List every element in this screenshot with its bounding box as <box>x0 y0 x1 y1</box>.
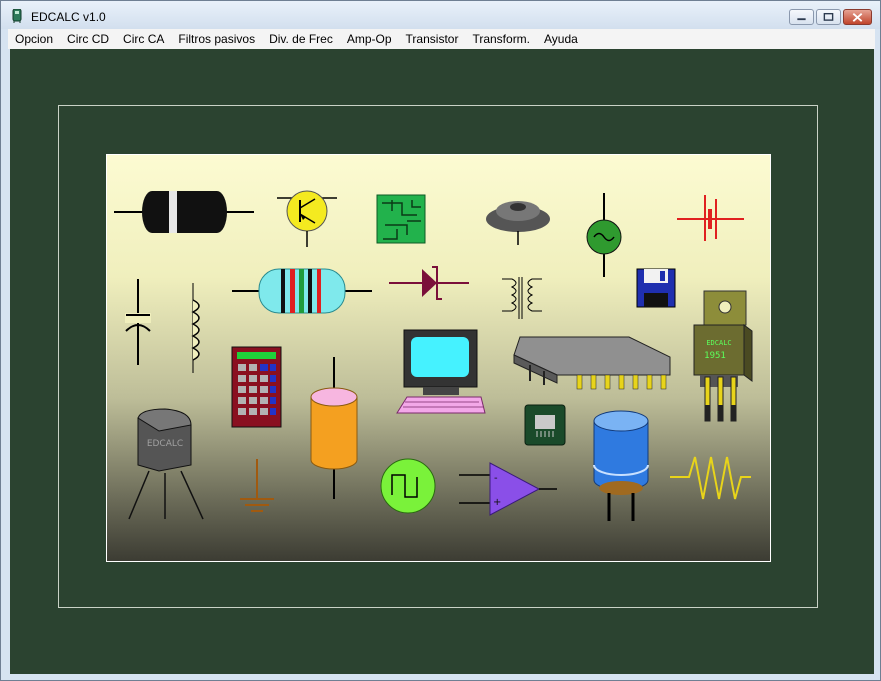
svg-text:-: - <box>494 473 498 484</box>
zener-diode-icon <box>389 266 469 300</box>
computer-icon <box>396 329 486 414</box>
microchip-badge-icon <box>524 404 566 446</box>
maximize-icon <box>823 12 834 21</box>
app-window: EDCALC v1.0 Opcion Circ CD Circ CA Filtr… <box>0 0 881 681</box>
components-collage: EDCALC 1951 EDCALC - + <box>114 190 753 521</box>
diode-icon <box>114 191 254 233</box>
ground-icon <box>240 459 274 512</box>
resistor-zigzag-icon <box>670 456 751 500</box>
calculator-icon <box>231 346 282 428</box>
title-bar[interactable]: EDCALC v1.0 <box>1 1 880 29</box>
menu-filtros-pasivos[interactable]: Filtros pasivos <box>171 29 262 49</box>
resistor-icon <box>232 268 372 314</box>
ac-source-icon <box>586 193 622 277</box>
battery-icon <box>677 195 744 241</box>
op-amp-icon: - + <box>459 462 557 516</box>
menu-circ-ca[interactable]: Circ CA <box>116 29 171 49</box>
window-title: EDCALC v1.0 <box>31 10 106 24</box>
menu-amp-op[interactable]: Amp-Op <box>340 29 399 49</box>
voltage-regulator-icon: EDCALC 1951 <box>693 290 753 422</box>
transformer-icon <box>502 277 542 319</box>
splash-illustration: EDCALC 1951 EDCALC - + <box>106 154 771 562</box>
app-icon <box>12 9 22 23</box>
inductor-icon <box>191 283 200 373</box>
close-icon <box>852 13 863 22</box>
capacitor-icon <box>125 279 151 365</box>
circuit-board-icon <box>376 194 426 244</box>
menu-opcion[interactable]: Opcion <box>8 29 60 49</box>
menu-transform[interactable]: Transform. <box>465 29 537 49</box>
minimize-button[interactable] <box>789 9 814 25</box>
menu-circ-cd[interactable]: Circ CD <box>60 29 116 49</box>
transistor-icon <box>277 190 337 247</box>
client-area: EDCALC 1951 EDCALC - + <box>10 49 874 674</box>
electrolytic-capacitor-icon <box>310 357 358 499</box>
square-wave-icon <box>380 458 436 514</box>
buzzer-icon <box>486 201 550 245</box>
maximize-button[interactable] <box>816 9 841 25</box>
svg-text:+: + <box>493 497 501 508</box>
menu-div-de-frec[interactable]: Div. de Frec <box>262 29 340 49</box>
speaker-label: EDCALC <box>147 439 183 449</box>
ic-chip-icon <box>513 336 671 390</box>
speaker-icon: EDCALC <box>128 408 204 520</box>
menu-transistor[interactable]: Transistor <box>399 29 466 49</box>
regulator-brand: EDCALC <box>706 339 731 347</box>
minimize-icon <box>797 18 806 21</box>
floppy-disk-icon <box>636 268 676 308</box>
menu-ayuda[interactable]: Ayuda <box>537 29 585 49</box>
regulator-code: 1951 <box>704 351 726 361</box>
close-button[interactable] <box>843 9 872 25</box>
blue-capacitor-icon <box>593 410 649 521</box>
menu-bar: Opcion Circ CD Circ CA Filtros pasivos D… <box>8 29 875 49</box>
